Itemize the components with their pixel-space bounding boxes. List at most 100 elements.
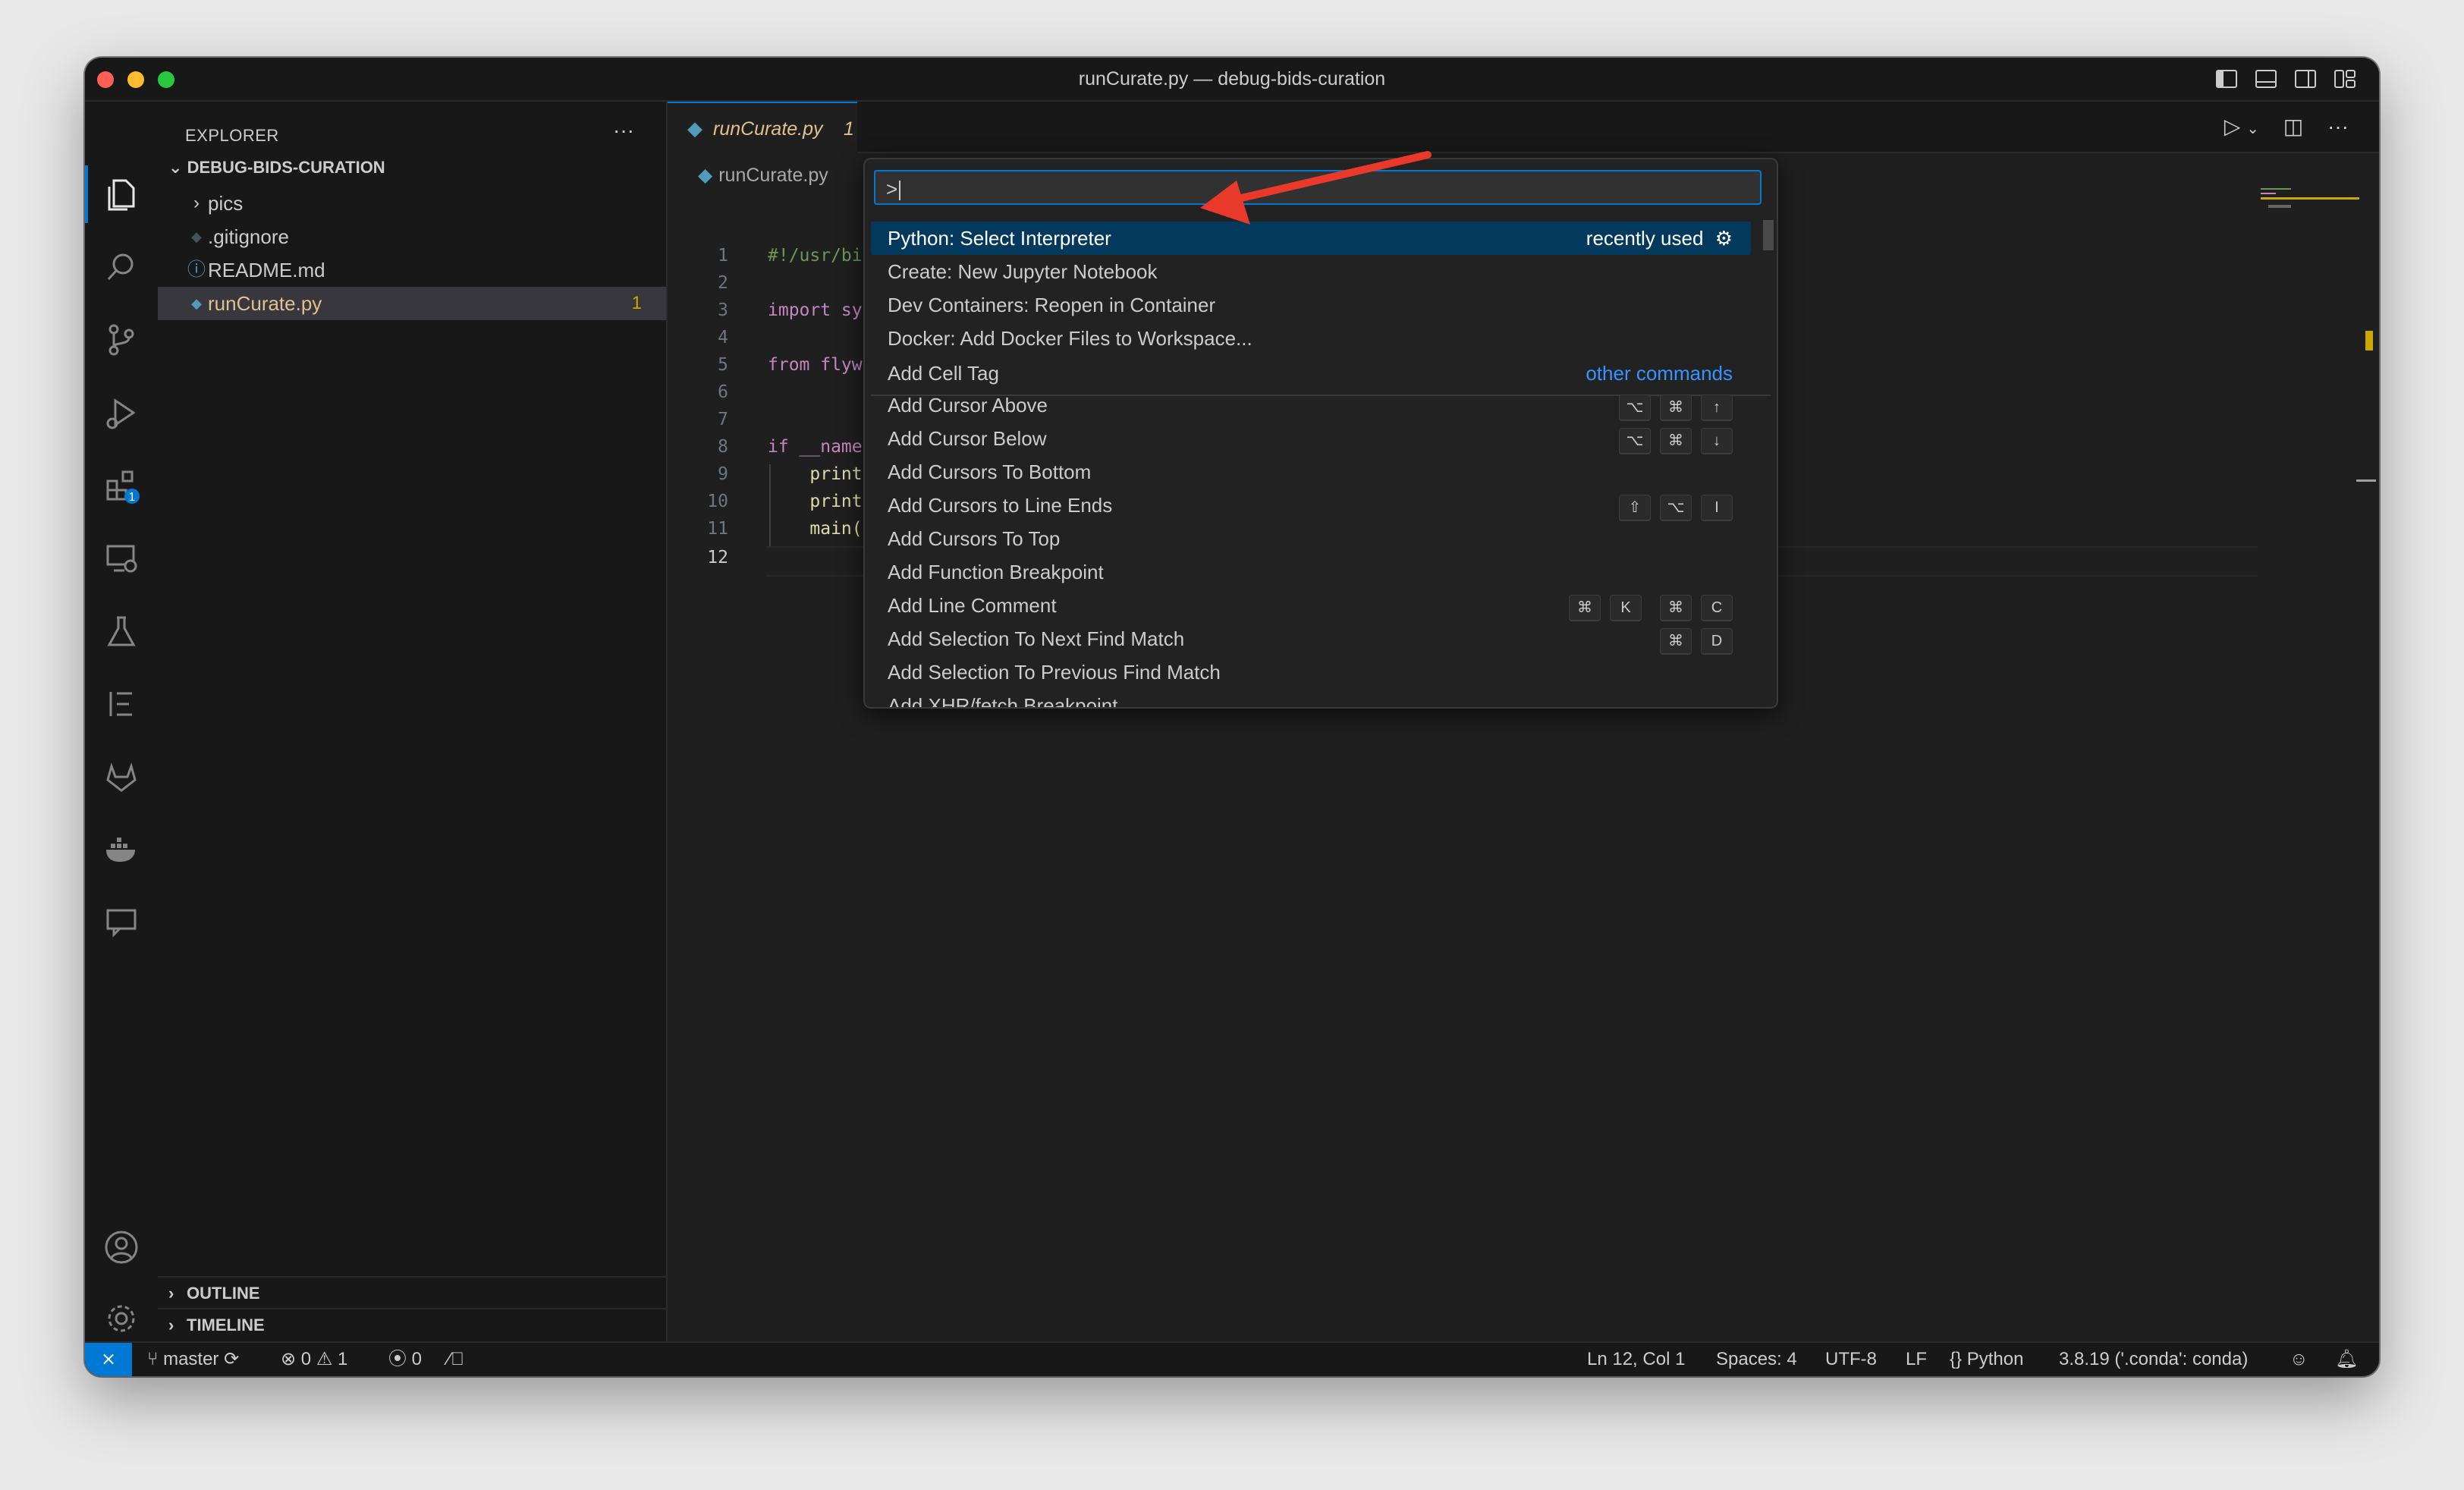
tree-item-label: runCurate.py (208, 292, 322, 315)
run-dropdown-chevron-icon[interactable]: ⌄ (2246, 121, 2259, 137)
gitlab-icon[interactable] (102, 757, 141, 797)
palette-item-detail: recently used ⚙ (1586, 222, 1733, 255)
code-line[interactable]: print (768, 464, 862, 484)
palette-item[interactable]: Add Function Breakpoint (871, 555, 1751, 589)
info-icon: ⓘ (187, 259, 206, 280)
tab-bar: ◆ runCurate.py 1 ▷ ⌄ ◫ ··· (668, 102, 2379, 155)
copilot-icon[interactable]: ☺ (2290, 1343, 2308, 1376)
palette-item-label: Add Cursors To Bottom (888, 461, 1092, 483)
docker-icon[interactable] (102, 830, 141, 869)
manage-gear-icon[interactable] (102, 1299, 141, 1338)
language-mode[interactable]: {} Python (1950, 1343, 2023, 1376)
extensions-icon[interactable]: 1 (102, 466, 141, 505)
toggle-secondary-sidebar-icon[interactable] (2294, 68, 2317, 90)
tab-runcurate[interactable]: ◆ runCurate.py 1 (668, 102, 857, 155)
breadcrumb[interactable]: ◆ runCurate.py (698, 164, 828, 187)
end-of-line[interactable]: LF (1906, 1343, 1927, 1376)
palette-item-label: Add Selection To Next Find Match (888, 627, 1185, 650)
keybinding: ⌥ ⌘ ↓ (1610, 422, 1733, 455)
palette-item[interactable]: Add Cursors To Bottom (871, 455, 1751, 489)
code-line[interactable]: import sy (768, 300, 863, 320)
kbd-key: K (1610, 595, 1642, 621)
window-title: runCurate.py — debug-bids-curation (1078, 68, 1386, 90)
minimap[interactable] (2261, 185, 2359, 231)
palette-item-label: Docker: Add Docker Files to Workspace... (888, 327, 1252, 350)
sync-icon[interactable]: ⟳ (224, 1349, 239, 1369)
broadcast-icon: ⦿ (388, 1349, 407, 1369)
palette-item[interactable]: Add Cursors To Top (871, 522, 1751, 555)
tree-item-pics[interactable]: › pics (158, 187, 666, 220)
folder-header[interactable]: ⌄ DEBUG-BIDS-CURATION (168, 158, 385, 178)
no-live-share-icon[interactable]: ⁄⃥ (448, 1343, 464, 1376)
kbd-key: I (1701, 495, 1733, 521)
other-commands-link[interactable]: other commands (1586, 357, 1733, 390)
palette-scrollbar[interactable] (1763, 220, 1774, 250)
palette-item[interactable]: Add XHR/fetch Breakpoint (871, 689, 1751, 707)
source-control-icon[interactable] (102, 320, 141, 360)
accounts-icon[interactable] (102, 1228, 141, 1267)
palette-item[interactable]: Dev Containers: Reopen in Container (871, 288, 1751, 322)
line-number: 7 (718, 410, 728, 429)
run-python-file-icon[interactable]: ▷ (2224, 115, 2241, 138)
palette-item[interactable]: Add Cursor Below ⌥ ⌘ ↓ (871, 422, 1751, 455)
branch-status[interactable]: ⑂ master ⟳ (147, 1343, 239, 1376)
palette-item[interactable]: Add Cursor Above ⌥ ⌘ ↑ (871, 388, 1751, 422)
keybinding: ⌘ D (1651, 622, 1733, 655)
search-icon[interactable] (102, 247, 141, 287)
kbd-key: ⌘ (1660, 395, 1692, 421)
code-line[interactable]: print (768, 492, 862, 511)
palette-item[interactable]: Docker: Add Docker Files to Workspace... (871, 322, 1751, 355)
encoding[interactable]: UTF-8 (1825, 1343, 1877, 1376)
keybinding: ⌥ ⌘ ↑ (1610, 388, 1733, 422)
remote-indicator-icon[interactable]: ⨯ (85, 1343, 132, 1376)
outline-section[interactable]: › OUTLINE (158, 1276, 666, 1309)
kbd-key: ⌘ (1660, 428, 1692, 454)
cursor-position[interactable]: Ln 12, Col 1 (1587, 1343, 1685, 1376)
ports-status[interactable]: ⦿ 0 (388, 1343, 422, 1376)
gear-icon[interactable]: ⚙ (1715, 227, 1733, 250)
customize-layout-icon[interactable] (2334, 68, 2356, 90)
testing-icon[interactable] (102, 611, 141, 651)
line-number: 5 (718, 355, 728, 375)
palette-item[interactable]: Add Cursors to Line Ends ⇧ ⌥ I (871, 489, 1751, 522)
explorer-icon[interactable] (102, 174, 141, 214)
explorer-more-button[interactable]: ··· (613, 118, 634, 143)
code-line[interactable]: from flyw (768, 355, 863, 375)
explorer-title: EXPLORER (185, 126, 279, 145)
notifications-bell-icon[interactable]: 🔔︎ (2335, 1343, 2358, 1376)
palette-item[interactable]: Add Selection To Next Find Match ⌘ D (871, 622, 1751, 655)
code-line[interactable]: main( (768, 519, 862, 539)
indentation[interactable]: Spaces: 4 (1716, 1343, 1797, 1376)
palette-item[interactable]: Add Selection To Previous Find Match (871, 655, 1751, 689)
git-icon: ◆ (191, 229, 202, 244)
python-interpreter[interactable]: 3.8.19 ('.conda': conda) (2059, 1343, 2248, 1376)
palette-item[interactable]: Add Cell Tag other commands (871, 357, 1751, 390)
breadcrumb-file: runCurate.py (718, 165, 828, 186)
remote-explorer-icon[interactable] (102, 539, 141, 578)
toggle-primary-sidebar-icon[interactable] (2215, 68, 2238, 90)
more-actions-icon[interactable]: ··· (2327, 115, 2349, 138)
line-number: 4 (718, 328, 728, 347)
toggle-panel-icon[interactable] (2255, 68, 2277, 90)
timeline-label: TIMELINE (187, 1316, 265, 1334)
keybinding: ⇧ ⌥ I (1610, 489, 1733, 522)
line-number: 8 (718, 437, 728, 457)
tree-item-runcurate[interactable]: ◆ runCurate.py 1 (158, 287, 666, 320)
run-debug-icon[interactable] (102, 393, 141, 432)
tree-item-readme[interactable]: ⓘ README.md (158, 253, 666, 287)
comments-icon[interactable] (102, 903, 141, 942)
split-editor-icon[interactable]: ◫ (2283, 115, 2303, 138)
line-number: 6 (718, 382, 728, 402)
explorer-sidebar: EXPLORER ··· ⌄ DEBUG-BIDS-CURATION › pic… (158, 102, 668, 1341)
notebook-outline-icon[interactable] (102, 684, 141, 724)
timeline-section[interactable]: › TIMELINE (158, 1308, 666, 1341)
palette-item[interactable]: Add Line Comment ⌘ K ⌘ C (871, 589, 1751, 622)
line-number: 3 (718, 300, 728, 320)
kbd-key: ↑ (1701, 395, 1733, 421)
code-line[interactable]: if __name (768, 437, 863, 457)
tree-item-gitignore[interactable]: ◆ .gitignore (158, 220, 666, 253)
kbd-key: ⌘ (1569, 595, 1601, 621)
code-line[interactable]: #!/usr/bi (768, 246, 863, 266)
tab-problem-badge: 1 (844, 118, 854, 140)
problems-status[interactable]: ⊗ 0 ⚠ 1 (281, 1343, 347, 1376)
